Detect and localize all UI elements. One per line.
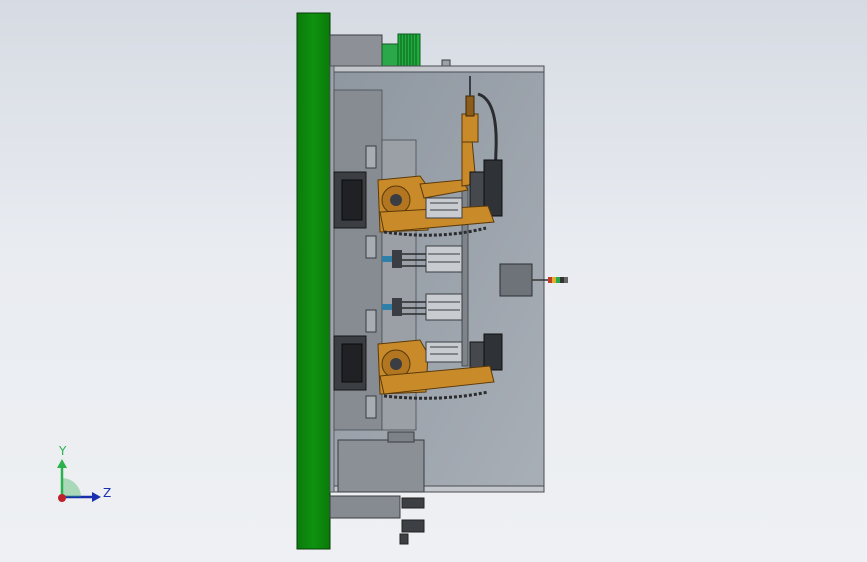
base-plate xyxy=(296,12,331,550)
y-axis-label: Y xyxy=(58,444,67,458)
signal-lamp xyxy=(548,277,568,283)
z-axis-label: Z xyxy=(103,486,111,500)
coordinate-triad-icon xyxy=(57,459,101,502)
cad-viewport[interactable]: Y Z xyxy=(0,0,867,562)
bottom-cabinet xyxy=(329,431,425,545)
